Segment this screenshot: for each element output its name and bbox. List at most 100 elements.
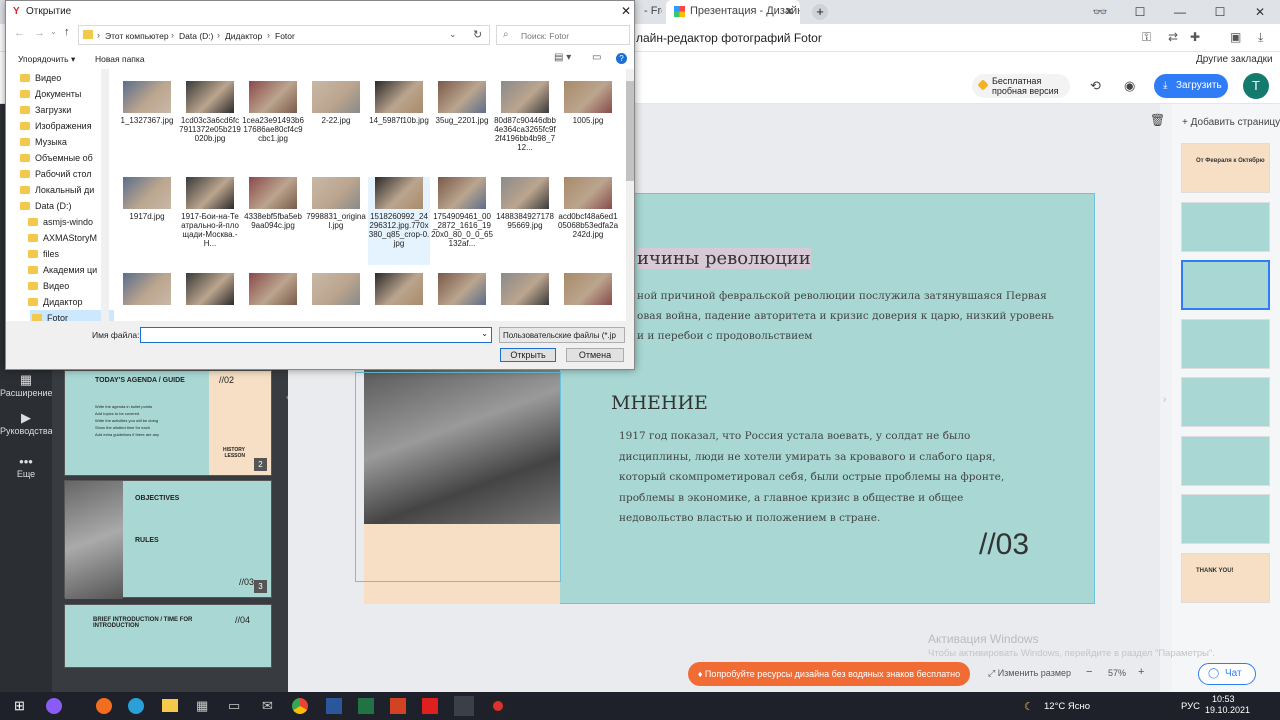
- excel-icon[interactable]: [358, 698, 374, 714]
- page-thumb[interactable]: [1181, 377, 1270, 427]
- resize-button[interactable]: ⤢ Изменить размер: [988, 668, 1071, 679]
- preview-icon[interactable]: ◉: [1124, 78, 1135, 94]
- record-icon[interactable]: [490, 698, 506, 714]
- tree-item[interactable]: Дидактор: [26, 294, 110, 310]
- other-bookmarks[interactable]: Другие закладки: [1196, 54, 1273, 65]
- file-item[interactable]: [494, 273, 556, 321]
- file-item[interactable]: 1_1327367.jpg: [116, 81, 178, 169]
- pdf-icon[interactable]: [422, 698, 438, 714]
- zoom-level[interactable]: 57%: [1108, 668, 1126, 678]
- recent-dropdown-icon[interactable]: ⌄: [50, 27, 57, 36]
- language-indicator[interactable]: РУС: [1181, 701, 1200, 712]
- tree-item[interactable]: Академия ци: [26, 262, 110, 278]
- explorer-icon[interactable]: [162, 699, 178, 712]
- firefox-icon[interactable]: [96, 698, 112, 714]
- tree-item[interactable]: Видео: [18, 70, 102, 86]
- trash-icon[interactable]: 🗑: [1150, 113, 1165, 127]
- free-trial-button[interactable]: Бесплатная пробная версия: [972, 74, 1070, 98]
- bookmark-page-icon[interactable]: ✚: [1190, 30, 1200, 44]
- file-item[interactable]: 2-22.jpg: [305, 81, 367, 169]
- share-icon[interactable]: ⟲: [1090, 78, 1101, 94]
- bookmark-icon[interactable]: ☐: [1120, 0, 1160, 24]
- key-icon[interactable]: ⚿: [1142, 30, 1151, 45]
- rail-guides[interactable]: ▶ Руководства: [0, 410, 53, 436]
- file-item[interactable]: 1cea23e91493b617686ae80cf4c9cbc1.jpg: [242, 81, 304, 169]
- files-scrollbar[interactable]: [626, 69, 634, 321]
- breadcrumb-computer[interactable]: Этот компьютер: [105, 31, 169, 41]
- tree-item[interactable]: Data (D:): [18, 198, 102, 214]
- tree-item[interactable]: Видео: [26, 278, 110, 294]
- tree-item[interactable]: files: [26, 246, 110, 262]
- expand-right-icon[interactable]: ›: [1163, 394, 1166, 405]
- new-tab-button[interactable]: +: [812, 4, 828, 20]
- back-icon[interactable]: ←: [14, 27, 25, 39]
- add-page-button[interactable]: + Добавить страницу: [1182, 117, 1280, 128]
- file-item[interactable]: 7998831_original.jpg: [305, 177, 367, 265]
- opinion-heading[interactable]: МНЕНИЕ: [611, 392, 708, 414]
- media-icon[interactable]: ▦: [196, 698, 208, 714]
- file-item[interactable]: 80d87c90446dbb4e364ca3265fc9f2f4196bb4b9…: [494, 81, 556, 169]
- tree-item[interactable]: Загрузки: [18, 102, 102, 118]
- forward-icon[interactable]: →: [34, 27, 45, 39]
- weather-text[interactable]: 12°C Ясно: [1044, 701, 1090, 712]
- chrome-icon[interactable]: [292, 698, 308, 714]
- file-item[interactable]: [557, 273, 619, 321]
- file-item[interactable]: 4338ebf5fba5eb9aa094c.jpg: [242, 177, 304, 265]
- zoom-in-button[interactable]: +: [1138, 666, 1144, 678]
- file-item[interactable]: acd0bcf48a6ed105068b53edfa2a242d.jpg: [557, 177, 619, 265]
- browser-tab-fotor[interactable]: - Free: [636, 0, 662, 24]
- file-item[interactable]: 35ug_2201.jpg: [431, 81, 493, 169]
- tree-scrollbar[interactable]: [101, 69, 109, 321]
- tree-item[interactable]: Рабочий стол: [18, 166, 102, 182]
- tree-item[interactable]: Изображения: [18, 118, 102, 134]
- clock-date[interactable]: 19.10.2021: [1205, 705, 1250, 715]
- preview-pane-icon[interactable]: ▭: [592, 52, 601, 63]
- page-thumb[interactable]: [1181, 260, 1270, 310]
- powerpoint-icon[interactable]: [390, 698, 406, 714]
- search-input[interactable]: ⌕ Поиск: Fotor: [496, 25, 630, 45]
- page-thumb[interactable]: От Февраля к Октябрю: [1181, 143, 1270, 193]
- rail-more[interactable]: ••• Еще: [0, 454, 52, 479]
- file-item[interactable]: [431, 273, 493, 321]
- refresh-icon[interactable]: ↻: [473, 28, 482, 41]
- page-thumb[interactable]: THANK YOU!: [1181, 552, 1270, 603]
- tree-item[interactable]: AXMAStoryM: [26, 230, 110, 246]
- cortana-icon[interactable]: [46, 698, 62, 714]
- filename-input[interactable]: ⌄: [140, 327, 492, 343]
- organize-button[interactable]: Упорядочить ▾: [18, 54, 75, 65]
- file-item[interactable]: 1cd03c3a6cd6fc7911372e05b219020b.jpg: [179, 81, 241, 169]
- new-folder-button[interactable]: Новая папка: [95, 54, 145, 64]
- file-item[interactable]: 1917-Бои-на-Театрально-й-площади-Москва.…: [179, 177, 241, 265]
- slide-heading[interactable]: ичины революции: [637, 248, 811, 269]
- clock-time[interactable]: 10:53: [1212, 694, 1235, 704]
- upload-button[interactable]: ⤓ Загрузить: [1154, 74, 1228, 98]
- yandex-icon[interactable]: [454, 696, 474, 716]
- file-item[interactable]: 1005.jpg: [557, 81, 619, 169]
- profile-icon[interactable]: 👓: [1080, 0, 1120, 24]
- file-item[interactable]: [179, 273, 241, 321]
- page-thumb[interactable]: [1181, 494, 1270, 544]
- start-icon[interactable]: ⊞: [14, 698, 25, 714]
- cancel-button[interactable]: Отмена: [566, 348, 624, 362]
- up-icon[interactable]: ↑: [64, 26, 70, 38]
- file-item[interactable]: [242, 273, 304, 321]
- minimize-button[interactable]: —: [1160, 0, 1200, 24]
- slide-page-number[interactable]: //03: [979, 528, 1029, 562]
- promo-banner[interactable]: ♦ Попробуйте ресурсы дизайна без водяных…: [688, 662, 970, 686]
- word-icon[interactable]: [326, 698, 342, 714]
- slide-body-top[interactable]: ной причиной февральской революции послу…: [637, 286, 1087, 346]
- mail-icon[interactable]: ✉: [262, 698, 273, 714]
- page-thumb[interactable]: [1181, 318, 1270, 369]
- breadcrumb-didaktor[interactable]: Дидактор: [225, 31, 262, 41]
- tree-item[interactable]: asmjs-windo: [26, 214, 110, 230]
- slide-thumb-3[interactable]: OBJECTIVES RULES //03 3: [64, 480, 272, 599]
- translate-icon[interactable]: ⇄: [1168, 30, 1178, 44]
- avatar[interactable]: T: [1243, 73, 1269, 99]
- chat-button[interactable]: ◯ Чат: [1198, 663, 1256, 685]
- opinion-body[interactable]: 1917 год показал, что Россия устала воев…: [619, 426, 1059, 529]
- slide-thumb-2[interactable]: TODAY'S AGENDA / GUIDE //02 Write the ag…: [64, 370, 272, 476]
- tree-item[interactable]: Документы: [18, 86, 102, 102]
- file-item[interactable]: 1518260992_24296312.jpg.770x380_q85_crop…: [368, 177, 430, 265]
- tree-item[interactable]: Музыка: [18, 134, 102, 150]
- close-window-button[interactable]: ✕: [1240, 0, 1280, 24]
